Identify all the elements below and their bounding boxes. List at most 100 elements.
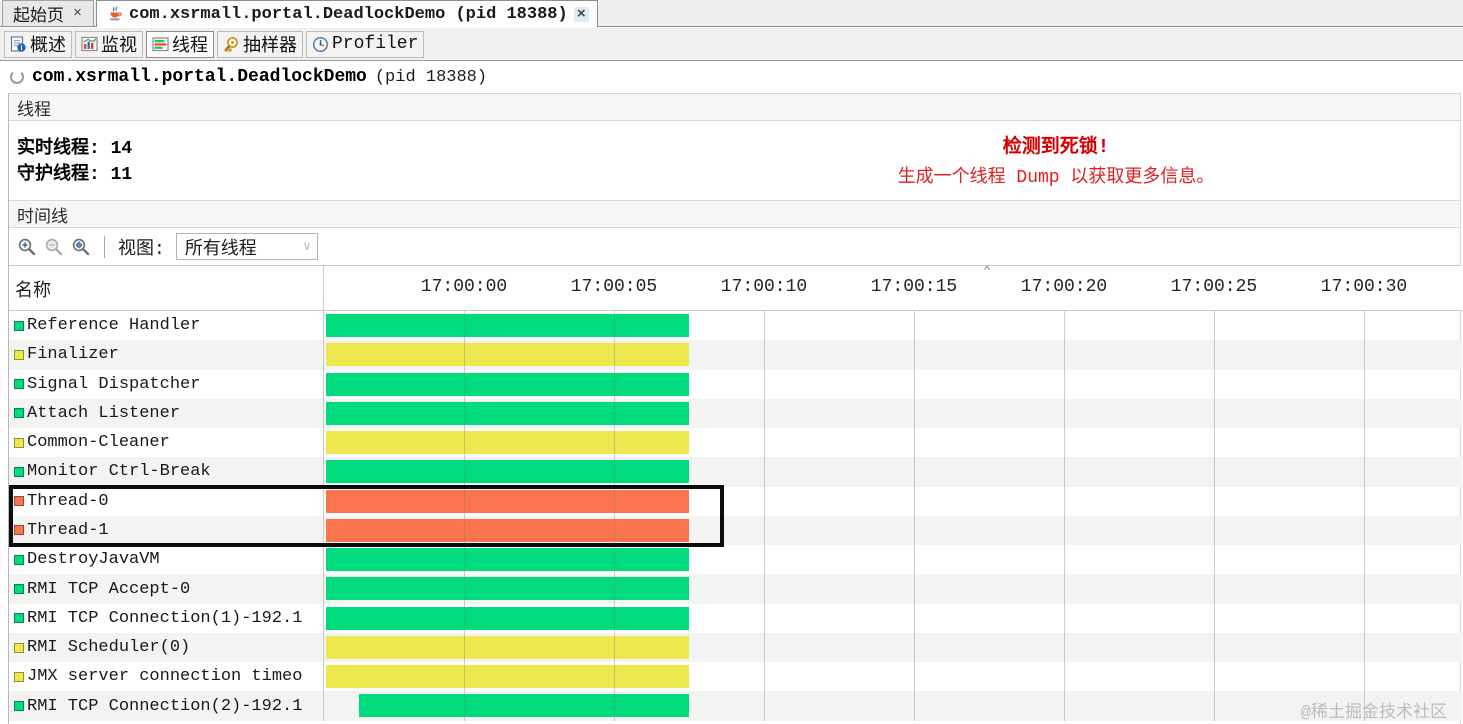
thread-state-square-icon <box>14 671 24 682</box>
toolbar-button-3[interactable]: 抽样器 <box>217 30 303 58</box>
thread-state-bar <box>359 694 689 718</box>
thread-state-square-icon <box>14 408 24 419</box>
thread-state-bar <box>326 460 689 484</box>
thread-state-square-icon <box>14 466 24 477</box>
thread-bar-zone <box>324 487 1462 516</box>
live-threads-value: 14 <box>110 139 133 159</box>
thread-name-cell[interactable]: Finalizer <box>9 340 324 370</box>
thread-name: DestroyJavaVM <box>27 550 160 570</box>
thread-name-cell[interactable]: JMX server connection timeo <box>9 662 324 692</box>
axis-tick-label: 17:00:00 <box>420 277 508 297</box>
thread-bar-zone <box>324 516 1462 545</box>
svg-text:i: i <box>21 44 23 52</box>
toolbar-button-label: 监视 <box>101 37 137 57</box>
thread-name: Finalizer <box>27 345 119 365</box>
thread-name: RMI TCP Accept-0 <box>27 579 191 599</box>
thread-name-cell[interactable]: Reference Handler <box>9 311 324 341</box>
thread-row-0[interactable]: Reference Handler <box>9 311 1462 341</box>
thread-bar-zone <box>324 340 1462 369</box>
thread-name-cell[interactable]: Thread-0 <box>9 486 324 516</box>
thread-row-3[interactable]: Attach Listener <box>9 398 1462 429</box>
thread-view-selected-value: 所有线程 <box>184 239 257 260</box>
collapse-splitter-icon[interactable]: ⌃ <box>983 266 991 278</box>
sampler-icon <box>223 36 240 53</box>
axis-tick-label: 17:00:25 <box>1170 277 1258 297</box>
thread-row-7[interactable]: Thread-1 <box>9 515 1462 546</box>
toolbar-button-2[interactable]: 线程 <box>146 30 214 58</box>
thread-name-cell[interactable]: RMI TCP Accept-0 <box>9 574 324 604</box>
thread-row-6[interactable]: Thread-0 <box>9 486 1462 516</box>
thread-state-bar <box>326 343 689 367</box>
thread-row-13[interactable]: RMI TCP Connection(2)-192.1 <box>9 691 1462 721</box>
window-tab-0[interactable]: 起始页 × <box>2 0 95 27</box>
thread-row-8[interactable]: DestroyJavaVM <box>9 545 1462 575</box>
close-icon[interactable]: × <box>573 6 589 22</box>
thread-row-5[interactable]: Monitor Ctrl-Break <box>9 457 1462 487</box>
thread-state-square-icon <box>14 379 24 390</box>
thread-row-11[interactable]: RMI Scheduler(0) <box>9 632 1462 663</box>
axis-tick-label: 17:00:15 <box>870 277 958 297</box>
axis-tick-label: 17:00:30 <box>1320 277 1408 297</box>
threads-panel: 线程 实时线程: 14 守护线程: 11 检测到死锁! 生成一个线程 Dump … <box>8 93 1462 724</box>
threads-section-title: 线程 <box>17 99 51 119</box>
thread-name: Reference Handler <box>27 316 201 336</box>
thread-state-square-icon <box>14 320 24 331</box>
thread-state-bar <box>326 431 689 455</box>
thread-bar-zone <box>324 370 1462 399</box>
thread-name: Thread-0 <box>27 491 109 511</box>
thread-state-square-icon <box>14 554 24 565</box>
thread-state-square-icon <box>14 525 24 536</box>
thread-row-10[interactable]: RMI TCP Connection(1)-192.1 <box>9 603 1462 633</box>
thread-name: RMI Scheduler(0) <box>27 638 191 658</box>
zoom-in-icon[interactable] <box>17 237 37 257</box>
view-label: 视图: <box>118 239 165 260</box>
thread-row-9[interactable]: RMI TCP Accept-0 <box>9 574 1462 604</box>
daemon-threads-label: 守护线程: <box>17 165 100 185</box>
deadlock-message[interactable]: 生成一个线程 Dump 以获取更多信息。 <box>831 162 1281 188</box>
deadlock-title: 检测到死锁! <box>1002 136 1110 158</box>
thread-row-12[interactable]: JMX server connection timeo <box>9 662 1462 692</box>
tab-label: 起始页 <box>13 7 64 27</box>
close-icon[interactable]: × <box>70 6 85 21</box>
window-tab-1[interactable]: com.xsrmall.portal.DeadlockDemo (pid 183… <box>96 0 598 27</box>
thread-name: Common-Cleaner <box>27 433 170 453</box>
thread-row-4[interactable]: Common-Cleaner <box>9 428 1462 458</box>
thread-name-cell[interactable]: Signal Dispatcher <box>9 369 324 399</box>
toolbar-button-label: 概述 <box>30 37 66 57</box>
thread-row-2[interactable]: Signal Dispatcher <box>9 369 1462 399</box>
name-column-header[interactable]: 名称 <box>9 266 324 311</box>
thread-name: Signal Dispatcher <box>27 374 201 394</box>
axis-tick-label: 17:00:20 <box>1020 277 1108 297</box>
thread-name-cell[interactable]: RMI Scheduler(0) <box>9 632 324 663</box>
thread-name-cell[interactable]: DestroyJavaVM <box>9 545 324 575</box>
profiler-icon <box>312 36 329 53</box>
overview-icon: i <box>10 35 27 53</box>
thread-state-square-icon <box>14 349 24 360</box>
timeline-section-header: 时间线 <box>9 200 1460 228</box>
toolbar-button-4[interactable]: Profiler <box>306 30 425 58</box>
thread-bar-zone <box>324 399 1462 428</box>
thread-name-cell[interactable]: Monitor Ctrl-Break <box>9 457 324 487</box>
thread-name-cell[interactable]: RMI TCP Connection(1)-192.1 <box>9 603 324 633</box>
thread-state-bar <box>326 314 689 337</box>
thread-bar-zone <box>324 457 1462 486</box>
view-toolbar: i 概述 监视 线程 抽样器 Profiler <box>0 28 1463 61</box>
toolbar-button-label: Profiler <box>332 34 419 54</box>
thread-view-select[interactable]: 所有线程 ∨ <box>175 233 318 260</box>
thread-row-1[interactable]: Finalizer <box>9 340 1462 370</box>
toolbar-button-1[interactable]: 监视 <box>75 30 143 58</box>
toolbar-button-0[interactable]: i 概述 <box>4 30 72 58</box>
visualvm-window: 起始页 × com.xsrmall.portal.DeadlockDemo (pid… <box>0 0 1463 724</box>
thread-name-cell[interactable]: RMI TCP Connection(2)-192.1 <box>9 691 324 721</box>
thread-name-cell[interactable]: Common-Cleaner <box>9 428 324 458</box>
thread-name-cell[interactable]: Attach Listener <box>9 398 324 429</box>
thread-name-cell[interactable]: Thread-1 <box>9 515 324 546</box>
thread-state-bar <box>326 635 689 659</box>
thread-state-bar <box>326 548 689 572</box>
zoom-out-icon[interactable] <box>44 237 64 257</box>
zoom-fit-icon[interactable] <box>71 237 91 257</box>
thread-name: JMX server connection timeo <box>27 667 303 687</box>
thread-name: RMI TCP Connection(2)-192.1 <box>27 696 303 716</box>
application-name: com.xsrmall.portal.DeadlockDemo <box>32 67 367 87</box>
toolbar-button-label: 线程 <box>172 37 208 57</box>
